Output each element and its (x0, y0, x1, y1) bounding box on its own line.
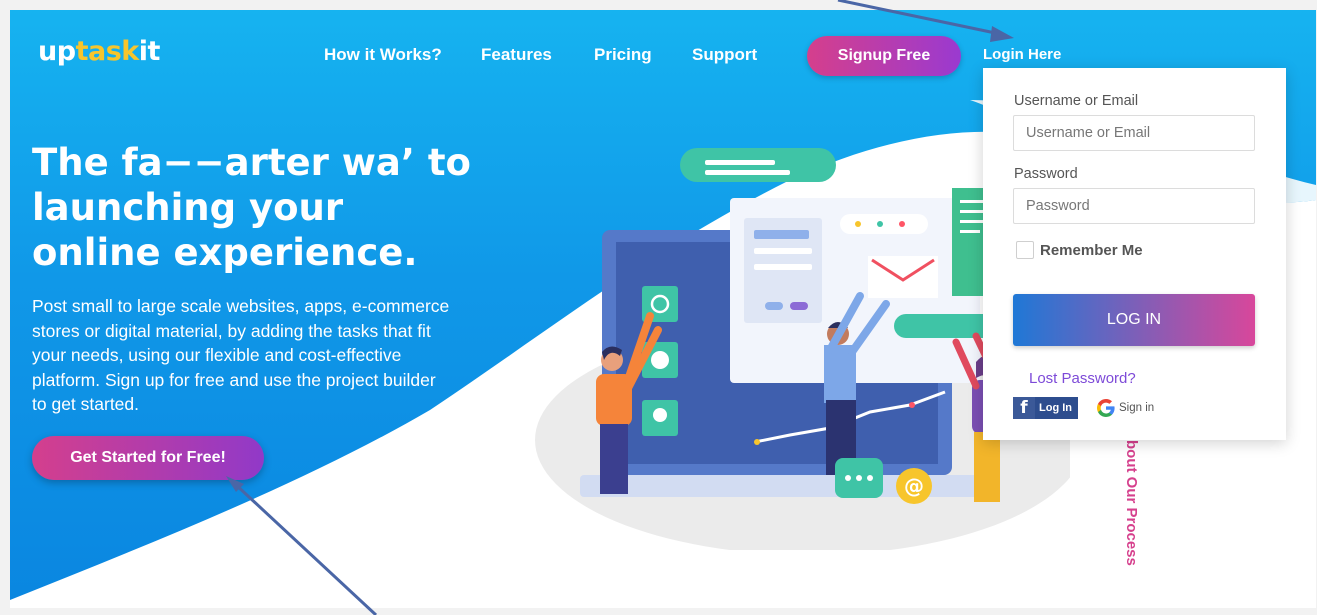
facebook-login-label: Log In (1039, 402, 1072, 414)
nav-pricing[interactable]: Pricing (594, 45, 652, 65)
google-signin-button[interactable]: Sign in (1097, 399, 1154, 417)
nav-support[interactable]: Support (692, 45, 757, 65)
nav-features[interactable]: Features (481, 45, 552, 65)
nav-how-it-works[interactable]: How it Works? (324, 45, 442, 65)
username-input[interactable] (1013, 115, 1255, 151)
side-label-text: bout Our Process (1123, 440, 1140, 566)
google-icon (1097, 399, 1115, 417)
uptaskit-logo[interactable]: uptaskit (38, 36, 160, 67)
signup-free-button[interactable]: Signup Free (807, 36, 961, 76)
logo-part-task: task (75, 36, 140, 67)
hero-description: Post small to large scale websites, apps… (32, 296, 450, 414)
logo-part-up: up (38, 36, 76, 67)
login-dropdown-panel: Username or Email Password Remember Me L… (983, 68, 1286, 440)
remember-me-row[interactable]: Remember Me (1016, 241, 1143, 259)
about-our-process-side-label[interactable]: bout Our Process (1122, 440, 1144, 580)
password-input[interactable] (1013, 188, 1255, 224)
remember-me-checkbox[interactable] (1016, 241, 1034, 259)
log-in-button[interactable]: LOG IN (1013, 294, 1255, 346)
facebook-icon: f (1013, 397, 1035, 419)
password-label: Password (1014, 166, 1078, 182)
svg-text:@: @ (904, 474, 924, 498)
google-signin-label: Sign in (1119, 402, 1155, 414)
lost-password-link[interactable]: Lost Password? (1029, 370, 1136, 387)
get-started-button[interactable]: Get Started for Free! (32, 436, 264, 480)
facebook-login-button[interactable]: f Log In (1013, 397, 1078, 419)
login-here-link[interactable]: Login Here (983, 46, 1061, 63)
logo-part-it: it (138, 36, 161, 67)
username-label: Username or Email (1014, 93, 1139, 109)
remember-me-label: Remember Me (1040, 241, 1143, 259)
screenshot-stage: uptaskit How it Works? Features Pricing … (0, 0, 1317, 615)
